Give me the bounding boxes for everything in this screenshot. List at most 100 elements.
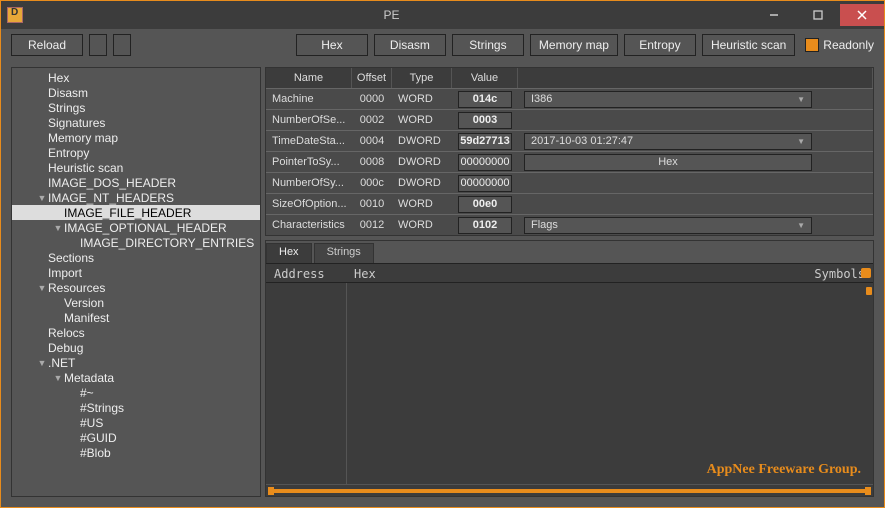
tree-node[interactable]: Entropy xyxy=(12,145,260,160)
grid-row: TimeDateSta...0004DWORD59d277132017-10-0… xyxy=(266,130,873,151)
chevron-down-icon: ▼ xyxy=(797,137,805,146)
hex-action-button[interactable]: Hex xyxy=(524,154,812,171)
hex-button[interactable]: Hex xyxy=(296,34,368,56)
tree-node[interactable]: #~ xyxy=(12,385,260,400)
entropy-button[interactable]: Entropy xyxy=(624,34,696,56)
tree-node[interactable]: Disasm xyxy=(12,85,260,100)
tree-node[interactable]: ▼IMAGE_OPTIONAL_HEADER xyxy=(12,220,260,235)
cell-offset: 0004 xyxy=(352,131,392,151)
tree-node[interactable]: Memory map xyxy=(12,130,260,145)
tree-node[interactable]: ▼Resources xyxy=(12,280,260,295)
tree-node[interactable]: ▼IMAGE_NT_HEADERS xyxy=(12,190,260,205)
tree-label: IMAGE_DIRECTORY_ENTRIES xyxy=(80,236,254,250)
cell-offset: 0010 xyxy=(352,194,392,214)
col-extra xyxy=(518,68,873,88)
cell-type: DWORD xyxy=(392,173,452,193)
value-button[interactable]: 59d27713 xyxy=(458,133,512,150)
tree-node[interactable]: Strings xyxy=(12,100,260,115)
tree-node[interactable]: Version xyxy=(12,295,260,310)
col-offset[interactable]: Offset xyxy=(352,68,392,88)
value-button[interactable]: 0102 xyxy=(458,217,512,234)
tree-node[interactable]: ▼Metadata xyxy=(12,370,260,385)
reload-button[interactable]: Reload xyxy=(11,34,83,56)
tree-node[interactable]: Import xyxy=(12,265,260,280)
value-button[interactable]: 00000000 xyxy=(458,175,512,192)
tree-node[interactable]: #GUID xyxy=(12,430,260,445)
tree-node[interactable]: #Blob xyxy=(12,445,260,460)
hex-tab-strings[interactable]: Strings xyxy=(314,243,374,263)
dropdown-select[interactable]: Flags▼ xyxy=(524,217,812,234)
minimize-button[interactable] xyxy=(752,4,796,26)
scroll-indicator-icon xyxy=(861,268,871,278)
tree-node[interactable]: IMAGE_FILE_HEADER xyxy=(12,205,260,220)
tree-label: IMAGE_DOS_HEADER xyxy=(48,176,176,190)
tree-label: Debug xyxy=(48,341,83,355)
col-value[interactable]: Value xyxy=(452,68,518,88)
tree-label: Relocs xyxy=(48,326,85,340)
tree-node[interactable]: ▼.NET xyxy=(12,355,260,370)
tree-label: Entropy xyxy=(48,146,89,160)
hex-panel: Hex Strings Address Hex Symbols AppNee F… xyxy=(265,240,874,497)
watermark-text: AppNee Freeware Group. xyxy=(707,462,861,478)
cell-value: 59d27713 xyxy=(452,131,518,151)
cell-extra: Hex xyxy=(518,152,873,172)
chevron-down-icon: ▼ xyxy=(797,221,805,230)
strings-button[interactable]: Strings xyxy=(452,34,524,56)
memorymap-button[interactable]: Memory map xyxy=(530,34,618,56)
cell-extra: 2017-10-03 01:27:47▼ xyxy=(518,131,873,151)
value-button[interactable]: 00000000 xyxy=(458,154,512,171)
tool-slot-2[interactable] xyxy=(113,34,131,56)
tree-node[interactable]: IMAGE_DIRECTORY_ENTRIES xyxy=(12,235,260,250)
cell-offset: 0008 xyxy=(352,152,392,172)
tree-node[interactable]: #US xyxy=(12,415,260,430)
tree-label: Heuristic scan xyxy=(48,161,123,175)
value-button[interactable]: 014c xyxy=(458,91,512,108)
hex-body[interactable]: AppNee Freeware Group. xyxy=(266,283,873,484)
vscroll-thumb[interactable] xyxy=(866,287,872,295)
cell-name: Characteristics xyxy=(266,215,352,235)
tree-node[interactable]: Relocs xyxy=(12,325,260,340)
col-type[interactable]: Type xyxy=(392,68,452,88)
tree-node[interactable]: Sections xyxy=(12,250,260,265)
hscrollbar[interactable] xyxy=(266,484,873,496)
cell-type: DWORD xyxy=(392,152,452,172)
tree-label: #US xyxy=(80,416,103,430)
datetime-field[interactable]: 2017-10-03 01:27:47▼ xyxy=(524,133,812,150)
dropdown-select[interactable]: I386▼ xyxy=(524,91,812,108)
tree-node[interactable]: Debug xyxy=(12,340,260,355)
close-button[interactable] xyxy=(840,4,884,26)
hex-col-hex: Hex xyxy=(346,264,793,282)
cell-value: 00000000 xyxy=(452,173,518,193)
value-button[interactable]: 00e0 xyxy=(458,196,512,213)
readonly-toggle[interactable]: Readonly xyxy=(805,38,874,52)
app-icon xyxy=(7,7,23,23)
chevron-down-icon: ▼ xyxy=(36,358,48,368)
cell-extra xyxy=(518,110,873,130)
tree-node[interactable]: Manifest xyxy=(12,310,260,325)
grid-row: NumberOfSy...000cDWORD00000000 xyxy=(266,172,873,193)
grid-row: SizeOfOption...0010WORD00e0 xyxy=(266,193,873,214)
tree-label: IMAGE_FILE_HEADER xyxy=(64,206,191,220)
disasm-button[interactable]: Disasm xyxy=(374,34,446,56)
tree-node[interactable]: #Strings xyxy=(12,400,260,415)
tool-slot-1[interactable] xyxy=(89,34,107,56)
tree-node[interactable]: IMAGE_DOS_HEADER xyxy=(12,175,260,190)
maximize-button[interactable] xyxy=(796,4,840,26)
chevron-down-icon: ▼ xyxy=(797,95,805,104)
tree-node[interactable]: Heuristic scan xyxy=(12,160,260,175)
cell-name: NumberOfSy... xyxy=(266,173,352,193)
value-button[interactable]: 0003 xyxy=(458,112,512,129)
chevron-down-icon: ▼ xyxy=(52,373,64,383)
col-name[interactable]: Name xyxy=(266,68,352,88)
tree-node[interactable]: Signatures xyxy=(12,115,260,130)
window-title: PE xyxy=(31,8,752,22)
tree-label: IMAGE_OPTIONAL_HEADER xyxy=(64,221,227,235)
chevron-down-icon: ▼ xyxy=(52,223,64,233)
chevron-down-icon: ▼ xyxy=(36,193,48,203)
hex-tab-hex[interactable]: Hex xyxy=(266,243,312,263)
heuristic-button[interactable]: Heuristic scan xyxy=(702,34,795,56)
cell-value: 00e0 xyxy=(452,194,518,214)
tree-node[interactable]: Hex xyxy=(12,70,260,85)
hex-divider xyxy=(346,283,347,484)
grid-row: PointerToSy...0008DWORD00000000Hex xyxy=(266,151,873,172)
